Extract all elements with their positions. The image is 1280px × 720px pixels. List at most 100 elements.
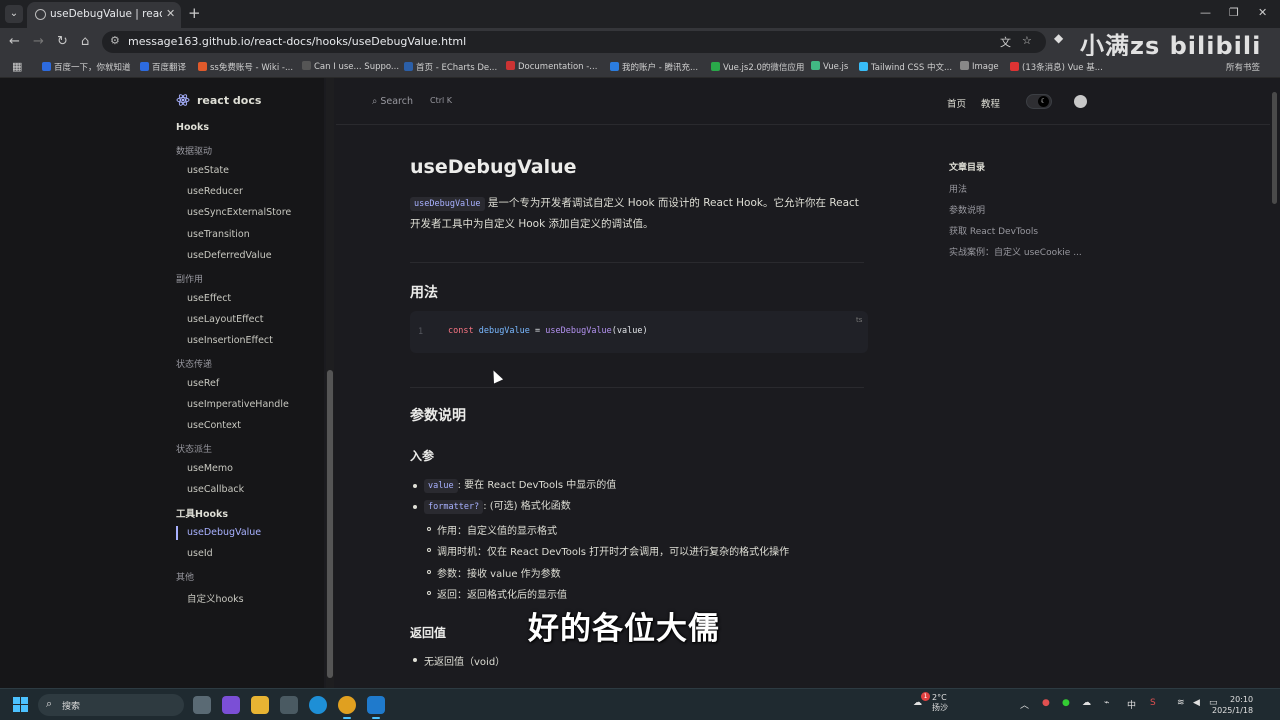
visual-studio-icon[interactable] bbox=[222, 696, 240, 714]
sidebar-item-usecallback[interactable]: useCallback bbox=[187, 484, 244, 495]
wifi-icon[interactable]: ≋ bbox=[1177, 698, 1185, 708]
toolbar: ← → ↻ ⌂ ⚙ message163.github.io/react-doc… bbox=[0, 28, 1280, 60]
tab-search-button[interactable]: ⌄ bbox=[5, 5, 23, 23]
bookmark-item[interactable]: 百度翻译 bbox=[140, 61, 186, 73]
sidebar-item-useeffect[interactable]: useEffect bbox=[187, 293, 231, 304]
video-subtitle: 好的各位大儒 bbox=[528, 611, 720, 647]
bookmark-item[interactable]: Vue.js2.0的微信应用 bbox=[711, 61, 804, 73]
active-indicator bbox=[176, 526, 178, 540]
list-bullet bbox=[413, 505, 417, 509]
settings-icon[interactable] bbox=[280, 696, 298, 714]
list-bullet bbox=[413, 658, 417, 662]
sidebar-item-custom-hooks[interactable]: 自定义hooks bbox=[187, 591, 244, 605]
taskbar-search[interactable]: ⌕ 搜索 bbox=[38, 694, 184, 716]
sidebar-item-usedebugvalue[interactable]: useDebugValue bbox=[187, 527, 261, 538]
task-view-icon[interactable] bbox=[193, 696, 211, 714]
nav-link-home[interactable]: 首页 bbox=[947, 96, 966, 110]
wechat-icon[interactable]: ● bbox=[1062, 698, 1070, 708]
heading-params: 参数说明 bbox=[410, 408, 466, 424]
reload-button[interactable]: ↻ bbox=[57, 34, 68, 49]
url-text[interactable]: message163.github.io/react-docs/hooks/us… bbox=[128, 35, 466, 48]
start-icon-pane bbox=[21, 697, 28, 704]
bookmark-star-icon[interactable]: ☆ bbox=[1022, 34, 1032, 47]
bookmark-item[interactable]: Documentation -... bbox=[506, 61, 597, 72]
sidebar-scrollbar[interactable] bbox=[326, 78, 334, 688]
sidebar-item-useref[interactable]: useRef bbox=[187, 378, 219, 389]
page-scrollbar-thumb[interactable] bbox=[1272, 92, 1277, 204]
vscode-icon[interactable] bbox=[367, 696, 385, 719]
weather-widget[interactable]: 2°C 扬沙 bbox=[932, 693, 948, 713]
sidebar-item-usereducer[interactable]: useReducer bbox=[187, 186, 243, 197]
input-method-icon[interactable]: S bbox=[1150, 698, 1156, 708]
back-button[interactable]: ← bbox=[9, 34, 20, 49]
bookmark-item[interactable]: Vue.js bbox=[811, 61, 848, 72]
sidebar-item-useinsertioneffect[interactable]: useInsertionEffect bbox=[187, 335, 273, 346]
forward-button[interactable]: → bbox=[33, 34, 44, 49]
sidebar-item-useimperativehandle[interactable]: useImperativeHandle bbox=[187, 399, 289, 410]
page-scrollbar[interactable] bbox=[1270, 78, 1280, 688]
sidebar-item-usecontext[interactable]: useContext bbox=[187, 420, 241, 431]
file-explorer-icon[interactable] bbox=[251, 696, 269, 714]
minimize-button[interactable]: — bbox=[1200, 6, 1211, 19]
theme-toggle[interactable]: ☾ bbox=[1026, 94, 1052, 109]
site-brand[interactable]: react docs bbox=[197, 94, 261, 107]
code-block[interactable]: 1 const debugValue = useDebugValue(value… bbox=[410, 311, 868, 353]
chrome-icon[interactable] bbox=[338, 696, 356, 719]
sidebar-scrollbar-thumb[interactable] bbox=[327, 370, 333, 678]
toc-item-params[interactable]: 参数说明 bbox=[949, 203, 985, 216]
bookmarks-bar: ▦ 百度一下，你就知道 百度翻译 ss免费账号 - Wiki -... Can … bbox=[0, 56, 1280, 78]
weather-icon[interactable]: ☁ bbox=[913, 698, 922, 708]
sidebar-item-usememo[interactable]: useMemo bbox=[187, 463, 233, 474]
tray-app-icon[interactable]: ● bbox=[1042, 698, 1050, 708]
sidebar-item-usetransition[interactable]: useTransition bbox=[187, 229, 250, 240]
bookmark-favicon-icon bbox=[960, 61, 969, 70]
ime-indicator[interactable]: 中 bbox=[1127, 698, 1136, 711]
home-button[interactable]: ⌂ bbox=[81, 34, 89, 49]
usb-icon[interactable]: ⌁ bbox=[1104, 698, 1109, 708]
bookmark-item[interactable]: 百度一下，你就知道 bbox=[42, 61, 131, 73]
bookmark-item[interactable]: Image bbox=[960, 61, 999, 72]
toc-item-usage[interactable]: 用法 bbox=[949, 182, 967, 195]
volume-icon[interactable]: ◀ bbox=[1193, 698, 1200, 708]
all-bookmarks-button[interactable]: 所有书签 bbox=[1226, 61, 1260, 73]
new-tab-button[interactable]: + bbox=[188, 4, 201, 22]
clock[interactable]: 20:10 2025/1/18 bbox=[1212, 694, 1253, 716]
bookmark-favicon-icon bbox=[302, 61, 311, 70]
sidebar-item-uselayouteffect[interactable]: useLayoutEffect bbox=[187, 314, 263, 325]
extension-icon[interactable]: ◆ bbox=[1054, 31, 1063, 45]
search-button[interactable]: ⌕ Search bbox=[372, 96, 413, 107]
bookmark-item[interactable]: (13条消息) Vue 基... bbox=[1010, 61, 1103, 73]
cloud-icon[interactable]: ☁ bbox=[1082, 698, 1091, 708]
nav-link-tutorial[interactable]: 教程 bbox=[981, 96, 1000, 110]
bookmark-item[interactable]: 我的账户 - 腾讯充... bbox=[610, 61, 698, 73]
sidebar-item-useid[interactable]: useId bbox=[187, 548, 213, 559]
bookmark-item[interactable]: Tailwind CSS 中文... bbox=[859, 61, 952, 73]
site-info-icon[interactable]: ⚙ bbox=[110, 34, 120, 47]
apps-grid-icon[interactable]: ▦ bbox=[12, 60, 22, 73]
tray-chevron-icon[interactable]: ︿ bbox=[1020, 698, 1029, 711]
heading-return: 返回值 bbox=[410, 626, 447, 640]
edge-icon[interactable] bbox=[309, 696, 327, 714]
bookmark-item[interactable]: 首页 - ECharts De... bbox=[404, 61, 497, 73]
translate-icon[interactable]: 文 bbox=[1000, 34, 1011, 50]
sidebar-section-tool-hooks[interactable]: 工具Hooks bbox=[176, 506, 228, 520]
tab-active[interactable]: useDebugValue | react docs ✕ bbox=[27, 2, 181, 28]
sidebar-item-usedeferredvalue[interactable]: useDeferredValue bbox=[187, 250, 272, 261]
bookmark-favicon-icon bbox=[506, 61, 515, 70]
sidebar-item-usestate[interactable]: useState bbox=[187, 165, 229, 176]
sidebar-item-usesyncexternalstore[interactable]: useSyncExternalStore bbox=[187, 207, 291, 218]
list-item-formatter: formatter?: (可选) 格式化函数 bbox=[424, 497, 571, 514]
toc-item-example[interactable]: 实战案例：自定义 useCookie ... bbox=[949, 245, 1082, 258]
heading-input: 入参 bbox=[410, 449, 435, 463]
address-bar[interactable]: ⚙ message163.github.io/react-docs/hooks/… bbox=[102, 31, 1046, 53]
windows-start-icon[interactable] bbox=[13, 697, 29, 713]
sidebar-section-hooks[interactable]: Hooks bbox=[176, 122, 209, 133]
toc-title: 文章目录 bbox=[949, 163, 986, 173]
close-window-button[interactable]: ✕ bbox=[1258, 6, 1267, 19]
bookmark-item[interactable]: ss免费账号 - Wiki -... bbox=[198, 61, 293, 73]
github-icon[interactable] bbox=[1074, 95, 1087, 108]
tab-close-icon[interactable]: ✕ bbox=[166, 7, 175, 20]
maximize-button[interactable]: ❐ bbox=[1229, 6, 1239, 19]
toc-item-devtools[interactable]: 获取 React DevTools bbox=[949, 224, 1038, 237]
bookmark-item[interactable]: Can I use... Suppo... bbox=[302, 61, 399, 72]
